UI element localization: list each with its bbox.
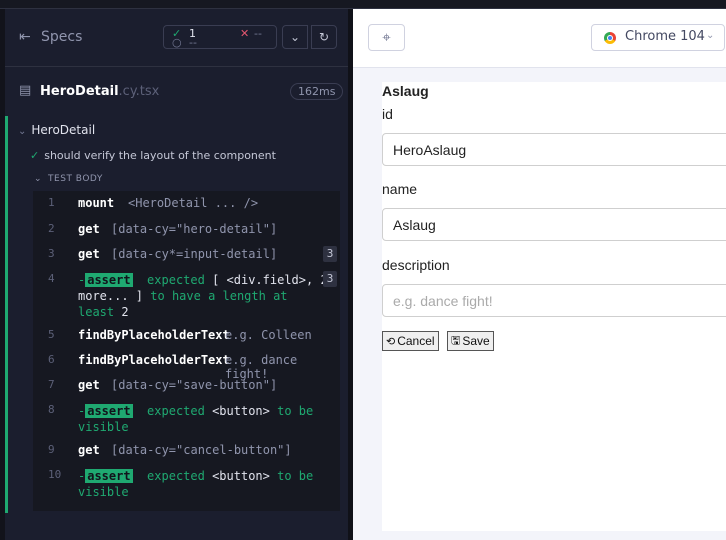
command-name: findByPlaceholderText <box>78 328 230 342</box>
spec-file-basename: HeroDetail <box>40 84 119 99</box>
hero-title: Aslaug <box>382 83 429 99</box>
spec-file-ext: .cy.tsx <box>118 84 160 99</box>
assert-target: 2 <box>121 305 129 319</box>
duration-badge: 162ms <box>290 83 344 100</box>
undo-icon: ⟲ <box>386 335 396 348</box>
save-button[interactable]: 🖫 Save <box>447 331 494 351</box>
save-label: Save <box>462 334 490 348</box>
command-number: 7 <box>48 378 55 391</box>
document-icon: ▤ <box>19 83 32 98</box>
command-message: e.g. Colleen <box>225 328 312 342</box>
assert-expected: expected <box>147 404 205 418</box>
command-message: [data-cy="save-button"] <box>111 378 278 392</box>
command-name: mount <box>78 196 115 210</box>
test-body-label: TEST BODY <box>48 174 103 184</box>
chevron-down-icon: ⌄ <box>34 174 43 184</box>
chevron-down-icon: ⌄ <box>289 30 301 44</box>
aut-header: ⌖ Chrome 104 ⌄ <box>353 9 726 68</box>
command-name: get <box>78 378 100 392</box>
element-count-badge: 3 <box>323 246 337 262</box>
test-name: should verify the layout of the componen… <box>44 149 276 162</box>
suite-block: ⌄ HeroDetail ✓ should verify the layout of… <box>5 116 354 513</box>
cancel-label: Cancel <box>397 334 435 348</box>
description-label: description <box>382 257 450 273</box>
failed-count: -- <box>254 27 262 40</box>
name-label: name <box>382 181 418 197</box>
command-name: get <box>78 443 100 457</box>
command-number: 2 <box>48 222 55 235</box>
element-count-badge: 3 <box>323 271 337 287</box>
specs-label: Specs <box>41 29 83 45</box>
suite-name: HeroDetail <box>31 123 96 137</box>
command-number: 5 <box>48 328 55 341</box>
command-list: 1 mount <HeroDetail ... /> 2 get [data-c… <box>33 191 340 511</box>
pending-count: -- <box>189 36 197 49</box>
assert-message: - assert expected <button> to be visible <box>78 404 314 434</box>
window-top-bar <box>0 0 726 9</box>
chevron-down-icon: ⌄ <box>18 126 27 137</box>
id-label: id <box>382 106 393 122</box>
rerun-button[interactable]: ↻ <box>311 25 337 49</box>
assert-message: - assert expected [ <div.field>, 2 more..… <box>78 273 328 319</box>
command-message: [data-cy="hero-detail"] <box>111 222 278 236</box>
floppy-disk-icon: 🖫 <box>451 334 461 347</box>
description-input[interactable] <box>382 284 726 317</box>
name-input[interactable] <box>382 208 726 241</box>
command-number: 6 <box>48 353 55 366</box>
suite-title[interactable]: ⌄ HeroDetail <box>18 123 95 137</box>
command-number: 8 <box>48 403 55 416</box>
refresh-icon: ↻ <box>318 30 330 44</box>
command-message: [data-cy="cancel-button"] <box>111 443 292 457</box>
component-viewport: Aslaug id name description ⟲Cancel 🖫Save <box>382 82 726 531</box>
browser-select[interactable]: Chrome 104 ⌄ <box>591 24 725 51</box>
command-name: get <box>78 222 100 236</box>
cancel-button[interactable]: ⟲ Cancel <box>382 331 439 351</box>
assert-tag: assert <box>85 469 133 483</box>
assert-value: <button> <box>212 469 270 483</box>
command-message: <HeroDetail ... /> <box>128 196 259 210</box>
assert-tag: assert <box>85 273 133 287</box>
command-name: get <box>78 247 100 261</box>
assert-tag: assert <box>85 404 133 418</box>
crosshair-icon: ⌖ <box>382 28 391 46</box>
test-body-header[interactable]: ⌄ TEST BODY <box>34 174 103 184</box>
browser-label: Chrome 104 <box>625 29 705 44</box>
command-message: [data-cy*=input-detail] <box>111 247 278 261</box>
spec-file-row: ▤ HeroDetail.cy.tsx 162ms <box>5 77 354 107</box>
command-message: e.g. dance fight! <box>225 353 298 381</box>
command-log-panel: ⇤ Specs ✓ 1 ○ -- ✕ -- ⌄ ↻ ▤ HeroDetail.c… <box>5 9 354 540</box>
test-title[interactable]: ✓ should verify the layout of the compone… <box>30 149 276 162</box>
expand-toggle-button[interactable]: ⌄ <box>282 25 308 49</box>
pending-circle-icon: ○ <box>172 36 182 49</box>
selector-playground-button[interactable]: ⌖ <box>368 24 405 51</box>
command-number: 3 <box>48 247 55 260</box>
reporter-header: ⇤ Specs ✓ 1 ○ -- ✕ -- ⌄ ↻ <box>5 9 354 67</box>
failed-x-icon: ✕ <box>240 27 250 40</box>
command-number: 9 <box>48 443 55 456</box>
chrome-icon <box>604 32 616 44</box>
specs-button[interactable]: ⇤ Specs <box>19 29 82 45</box>
list-collapse-icon: ⇤ <box>19 29 31 45</box>
command-number: 1 <box>48 196 55 209</box>
command-number: 10 <box>48 468 62 481</box>
id-input[interactable] <box>382 133 726 166</box>
assert-value: <button> <box>212 404 270 418</box>
passed-check-icon: ✓ <box>30 149 40 162</box>
command-name: findByPlaceholderText <box>78 353 230 367</box>
chevron-down-icon: ⌄ <box>706 30 715 41</box>
test-stats: ✓ 1 ○ -- ✕ -- <box>163 25 277 49</box>
assert-expected: expected <box>147 469 205 483</box>
spec-file-name[interactable]: HeroDetail.cy.tsx <box>40 84 159 99</box>
assert-message: - assert expected <button> to be visible <box>78 469 314 499</box>
app-under-test-panel: ⌖ Chrome 104 ⌄ Aslaug id name descriptio… <box>353 9 726 540</box>
command-number: 4 <box>48 272 55 285</box>
assert-expected: expected <box>147 273 205 287</box>
